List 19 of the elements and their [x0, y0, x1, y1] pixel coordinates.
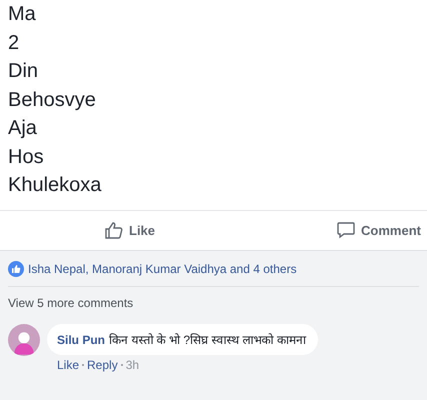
post-text: Khulekoxa — [8, 173, 102, 198]
post-text: Behosvye — [8, 88, 97, 112]
avatar[interactable] — [8, 324, 40, 356]
comment-text: किन यस्तो के भो ?सिघ्र स्वास्थ लाभको कामना — [109, 332, 306, 348]
like-link[interactable]: Like — [57, 358, 80, 372]
comment-button[interactable]: Comment — [336, 218, 421, 242]
speech-bubble-icon — [336, 220, 356, 240]
thumbs-up-icon — [104, 220, 124, 240]
post-text: Din — [8, 59, 40, 84]
post-text: Ma — [8, 2, 37, 27]
post-text: 2 — [8, 30, 20, 56]
reply-link[interactable]: Reply — [87, 358, 118, 372]
post-text: Aja — [8, 116, 38, 141]
post-text: Hos — [8, 144, 45, 170]
like-button[interactable]: Like — [104, 218, 156, 242]
reaction-names[interactable]: Isha Nepal, Manoranj Kumar Vaidhya and 4 others — [28, 262, 297, 276]
comment-author[interactable]: Silu Pun — [57, 332, 105, 346]
like-reaction-icon — [8, 260, 24, 276]
view-more-comments-link[interactable]: View 5 more comments — [8, 286, 134, 320]
